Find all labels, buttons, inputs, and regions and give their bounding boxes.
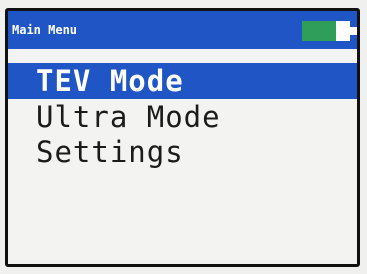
menu-item-label: TEV Mode: [36, 64, 184, 98]
menu-item-ultra-mode[interactable]: Ultra Mode: [8, 99, 357, 135]
menu-title: Main Menu: [12, 23, 78, 37]
battery-level-fill: [302, 21, 336, 41]
battery-body: [302, 21, 350, 41]
menu-item-settings[interactable]: Settings: [8, 134, 357, 170]
title-bar: Main Menu: [8, 11, 357, 49]
menu-item-label: Settings: [36, 135, 184, 169]
battery-icon: [302, 21, 357, 41]
device-bezel: Main Menu TEV Mode Ultra Mode Settings: [0, 0, 367, 274]
battery-tip: [350, 27, 357, 35]
menu-item-tev-mode[interactable]: TEV Mode: [8, 63, 357, 99]
menu-item-label: Ultra Mode: [36, 100, 221, 134]
lcd-screen: Main Menu TEV Mode Ultra Mode Settings: [5, 8, 360, 267]
